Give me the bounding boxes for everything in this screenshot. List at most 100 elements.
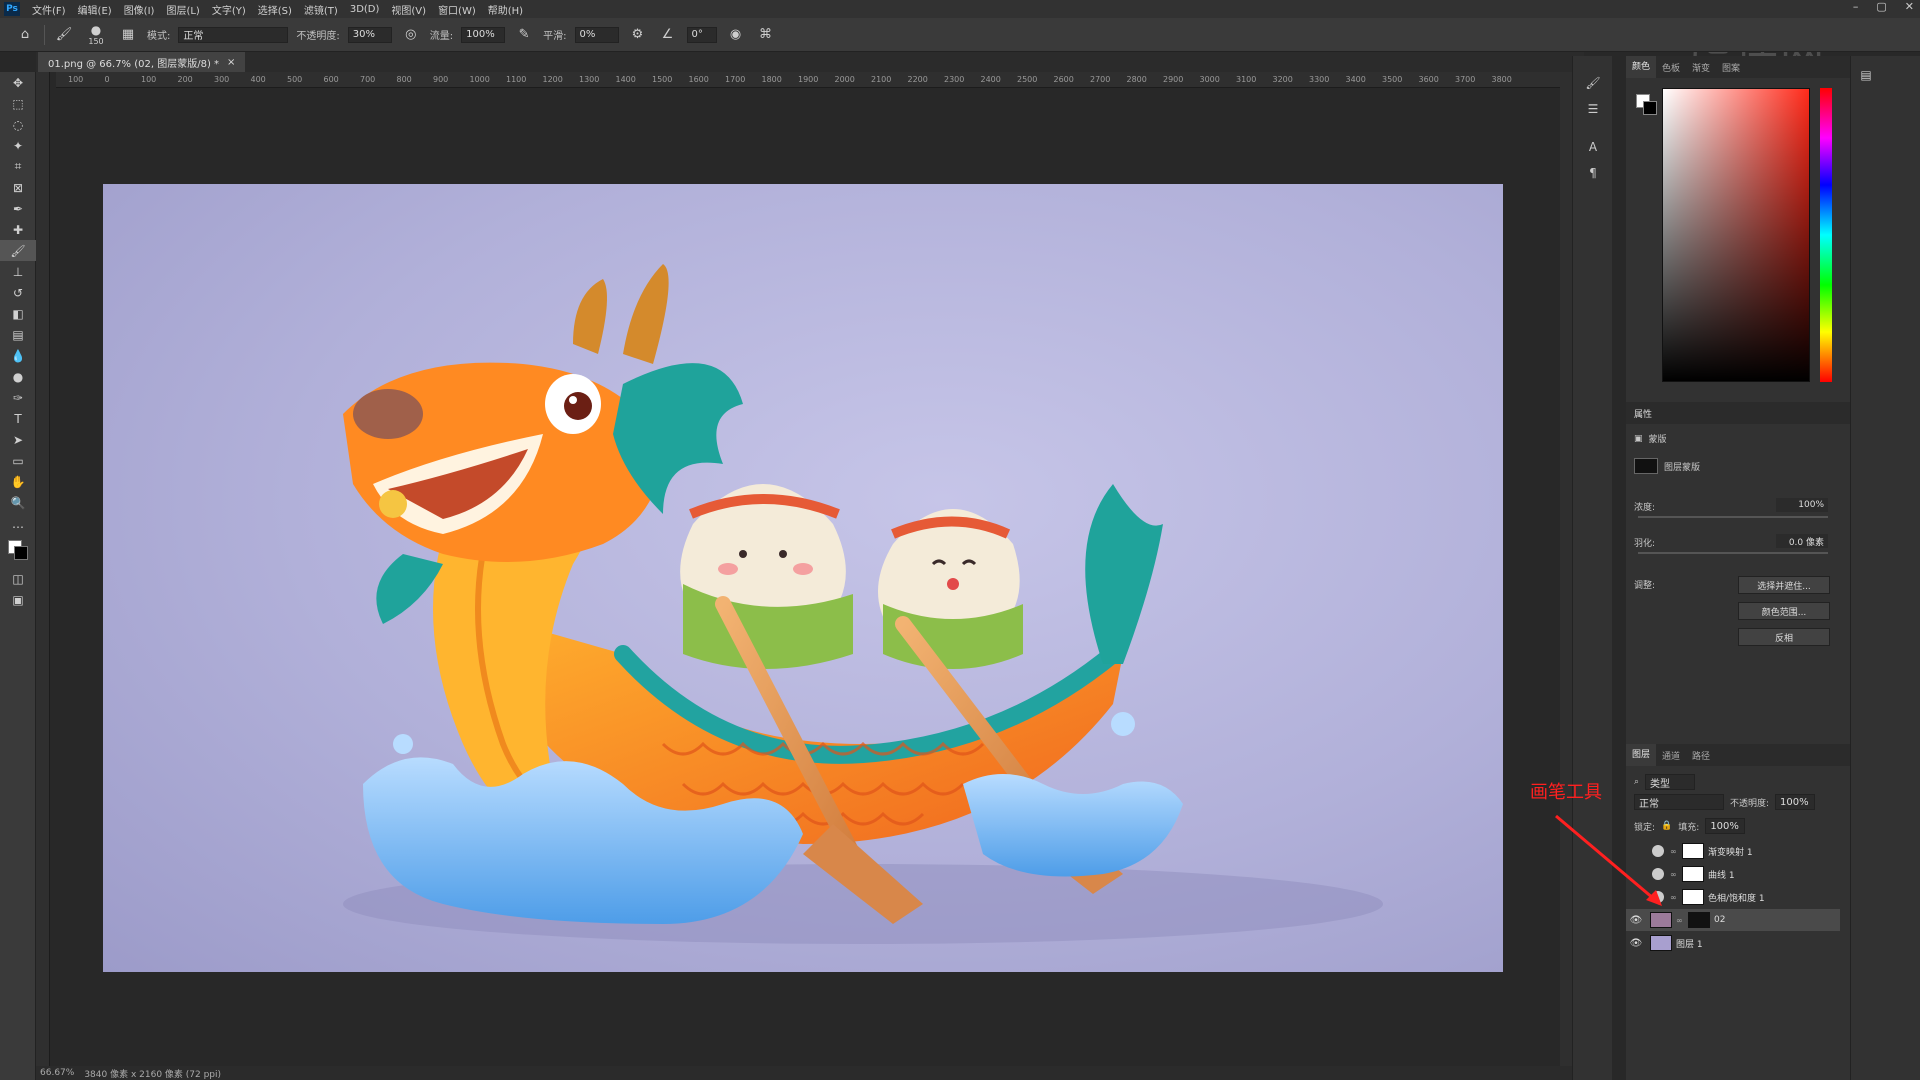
tab-patterns[interactable]: 图案: [1716, 61, 1746, 74]
healing-brush-tool-icon[interactable]: ✚: [0, 219, 36, 240]
color-swatches[interactable]: [0, 534, 36, 568]
menu-window[interactable]: 窗口(W): [432, 2, 482, 17]
layer-filter-select[interactable]: 类型: [1645, 774, 1696, 790]
layer-thumbnail[interactable]: [1650, 935, 1672, 951]
tab-channels[interactable]: 通道: [1656, 749, 1686, 762]
dodge-tool-icon[interactable]: ●: [0, 366, 36, 387]
type-tool-icon[interactable]: T: [0, 408, 36, 429]
gradient-tool-icon[interactable]: ▤: [0, 324, 36, 345]
menu-edit[interactable]: 编辑(E): [72, 2, 118, 17]
paragraph-panel-icon[interactable]: ¶: [1573, 160, 1613, 186]
fill-input[interactable]: 100%: [1705, 818, 1746, 834]
tab-gradients[interactable]: 渐变: [1686, 61, 1716, 74]
menu-help[interactable]: 帮助(H): [482, 2, 529, 17]
smoothing-input[interactable]: 0%: [574, 26, 619, 43]
hand-tool-icon[interactable]: ✋: [0, 471, 36, 492]
frame-tool-icon[interactable]: ⊠: [0, 177, 36, 198]
color-range-button[interactable]: 颜色范围...: [1738, 602, 1830, 620]
brush-preset-icon[interactable]: 🖌: [53, 24, 75, 46]
blur-tool-icon[interactable]: 💧: [0, 345, 36, 366]
maximize-icon[interactable]: ▢: [1876, 0, 1886, 13]
layer-row-selected[interactable]: 👁 ∞ 02: [1626, 909, 1840, 931]
airbrush-icon[interactable]: ✎: [513, 24, 535, 46]
brush-tool-icon[interactable]: 🖌: [0, 240, 36, 261]
move-tool-icon[interactable]: ✥: [0, 72, 36, 93]
feather-slider[interactable]: [1638, 552, 1828, 554]
crop-tool-icon[interactable]: ⌗: [0, 156, 36, 177]
tab-layers[interactable]: 图层: [1626, 744, 1657, 766]
vertical-ruler: [36, 72, 50, 1070]
menu-type[interactable]: 文字(Y): [206, 2, 252, 17]
canvas-vertical-scrollbar[interactable]: [1560, 72, 1572, 1066]
home-icon[interactable]: ⌂: [14, 24, 36, 46]
layer-row[interactable]: 👁 图层 1: [1626, 932, 1840, 954]
mask-thumbnail[interactable]: [1682, 889, 1704, 905]
eye-icon[interactable]: 👁: [1626, 915, 1646, 926]
menu-filter[interactable]: 滤镜(T): [298, 2, 344, 17]
mask-thumbnail[interactable]: [1682, 866, 1704, 882]
feather-input[interactable]: 0.0 像素: [1776, 534, 1828, 548]
menu-3d[interactable]: 3D(D): [344, 4, 386, 15]
lasso-tool-icon[interactable]: ◌: [0, 114, 36, 135]
document-canvas[interactable]: [103, 184, 1503, 972]
pressure-opacity-icon[interactable]: ◎: [400, 24, 422, 46]
screen-mode-icon[interactable]: ▣: [0, 589, 36, 610]
select-and-mask-button[interactable]: 选择并遮住...: [1738, 576, 1830, 594]
mask-thumbnail[interactable]: [1688, 912, 1710, 928]
layer-name: 曲线 1: [1708, 870, 1735, 881]
rectangle-tool-icon[interactable]: ▭: [0, 450, 36, 471]
marquee-tool-icon[interactable]: ⬚: [0, 93, 36, 114]
layer-opacity-input[interactable]: 100%: [1775, 794, 1816, 810]
clone-stamp-tool-icon[interactable]: ⊥: [0, 261, 36, 282]
mode-select[interactable]: 正常: [178, 26, 289, 43]
background-color-swatch[interactable]: [14, 546, 28, 560]
menu-image[interactable]: 图像(I): [118, 2, 161, 17]
angle-input[interactable]: 0°: [686, 26, 717, 43]
brush-settings-panel-icon[interactable]: 🖌: [1573, 70, 1613, 96]
pixel-mask-icon[interactable]: ▣: [1634, 434, 1643, 444]
quick-mask-icon[interactable]: ◫: [0, 568, 36, 589]
minimize-icon[interactable]: –: [1853, 0, 1859, 13]
eye-icon[interactable]: 👁: [1626, 938, 1646, 949]
mask-thumbnail[interactable]: [1682, 843, 1704, 859]
pen-tool-icon[interactable]: ✑: [0, 387, 36, 408]
photoshop-logo[interactable]: Ps: [4, 2, 20, 16]
color-panel-background-swatch[interactable]: [1643, 101, 1657, 115]
zoom-level[interactable]: 66.67%: [40, 1068, 74, 1078]
menu-view[interactable]: 视图(V): [385, 2, 432, 17]
document-tab[interactable]: 01.png @ 66.7% (02, 图层蒙版/8) * ×: [38, 52, 246, 72]
brush-settings-icon[interactable]: ▦: [117, 24, 139, 46]
eyedropper-tool-icon[interactable]: ✒: [0, 198, 36, 219]
menu-select[interactable]: 选择(S): [252, 2, 298, 17]
layer-thumbnail[interactable]: [1650, 912, 1672, 928]
density-slider[interactable]: [1638, 516, 1828, 518]
character-panel-icon[interactable]: A: [1573, 134, 1613, 160]
tab-paths[interactable]: 路径: [1686, 749, 1716, 762]
menu-layer[interactable]: 图层(L): [160, 2, 205, 17]
invert-button[interactable]: 反相: [1738, 628, 1830, 646]
magic-wand-tool-icon[interactable]: ✦: [0, 135, 36, 156]
zoom-tool-icon[interactable]: 🔍: [0, 492, 36, 513]
ruler-tick-label: 1100: [506, 75, 527, 84]
adjustments-panel-icon[interactable]: ☰: [1573, 96, 1613, 122]
blend-mode-select[interactable]: 正常: [1634, 794, 1724, 810]
pressure-size-icon[interactable]: ◉: [725, 24, 747, 46]
symmetry-icon[interactable]: ⌘: [755, 24, 777, 46]
hue-slider[interactable]: [1820, 88, 1832, 382]
tab-color[interactable]: 颜色: [1626, 56, 1657, 78]
more-tools-icon[interactable]: …: [0, 513, 36, 534]
density-input[interactable]: 100%: [1776, 498, 1828, 512]
close-icon[interactable]: ✕: [1905, 0, 1914, 13]
menu-file[interactable]: 文件(F): [26, 2, 72, 17]
path-selection-tool-icon[interactable]: ➤: [0, 429, 36, 450]
gear-icon[interactable]: ⚙: [627, 24, 649, 46]
opacity-input[interactable]: 30%: [347, 26, 392, 43]
history-brush-tool-icon[interactable]: ↺: [0, 282, 36, 303]
brush-size-picker[interactable]: ● 150: [83, 23, 109, 46]
close-tab-icon[interactable]: ×: [227, 57, 235, 68]
eraser-tool-icon[interactable]: ◧: [0, 303, 36, 324]
color-field[interactable]: [1662, 88, 1810, 382]
libraries-panel-icon[interactable]: ▤: [1851, 62, 1881, 88]
tab-swatches[interactable]: 色板: [1656, 61, 1686, 74]
flow-input[interactable]: 100%: [461, 26, 506, 43]
